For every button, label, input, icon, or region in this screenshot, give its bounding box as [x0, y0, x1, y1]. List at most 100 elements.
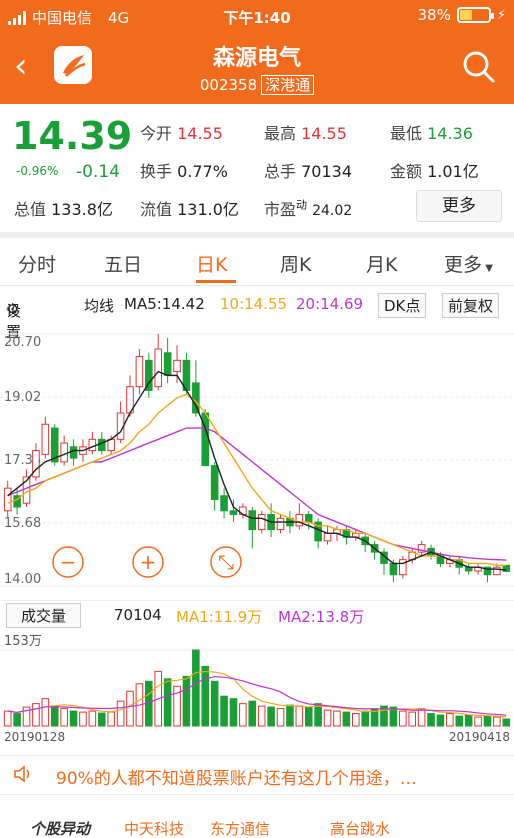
y-tick-label: 19.02 [4, 390, 41, 405]
volume-bar [286, 704, 294, 727]
tab-daily-k[interactable]: 日K [196, 250, 227, 277]
low-value: 14.36 [427, 124, 473, 143]
candle-body [163, 352, 172, 376]
volume-ma1: MA1:11.9万 [176, 608, 263, 626]
candle-body [97, 438, 106, 452]
candle-body [389, 562, 398, 576]
pe-value: 24.02 [312, 203, 353, 219]
y-tick-label: 15.68 [4, 516, 41, 531]
volume-bar [427, 713, 435, 727]
volume-bar [79, 711, 87, 727]
candle-body [276, 517, 285, 531]
volume-bar [239, 703, 247, 727]
fullscreen-icon[interactable]: ⤡ [210, 546, 242, 578]
bottom-item-0[interactable]: 个股异动 [30, 818, 90, 838]
volume-ma2-line [7, 676, 507, 716]
volume-bar [483, 715, 492, 727]
candlestick-chart[interactable]: 20.7019.0217.3515.6814.00− + ⤡ [0, 320, 514, 600]
ma-label: 均线 [84, 297, 115, 315]
battery-percent: 38% [417, 6, 451, 24]
tab-monthly-k[interactable]: 月K [366, 250, 397, 277]
volume-bar [210, 680, 219, 727]
volume-chart: 153万 [0, 634, 514, 727]
ma10-line [7, 393, 507, 567]
volume-bar [257, 705, 266, 727]
zoom-glyph: − [60, 550, 77, 574]
date-end: 20190418 [448, 730, 510, 744]
amount-cell: 金额 1.01亿 [390, 158, 479, 182]
candle-body [192, 382, 200, 414]
volume-bar [126, 690, 134, 727]
y-tick-label: 20.70 [4, 335, 41, 350]
section-divider [0, 232, 514, 238]
volume-bar [304, 706, 313, 727]
tab-weekly-k[interactable]: 周K [280, 250, 311, 277]
candle-body [60, 442, 68, 463]
bottom-ticker: 个股异动 中天科技 东方通信 高台跳水 [0, 812, 514, 838]
volume-label: 总手 [264, 162, 297, 181]
pe-sup: 动 [296, 198, 308, 212]
amount-label: 金额 [390, 162, 423, 181]
open-value: 14.55 [177, 124, 223, 143]
volume-bar [276, 708, 285, 727]
low-label: 最低 [390, 124, 423, 143]
volume-bar [229, 698, 238, 727]
mktcap-label: 总值 [14, 200, 47, 219]
search-icon[interactable] [462, 50, 496, 84]
volume-bar [474, 716, 482, 727]
y-tick-label: 14.00 [4, 572, 41, 587]
bottom-item-1[interactable]: 中天科技 [124, 818, 184, 838]
candle-body [173, 359, 181, 373]
tab-more[interactable]: 更多 ▼ [444, 250, 493, 277]
candle-body [257, 514, 266, 531]
volume-bar [50, 705, 59, 727]
zoom-glyph: ⤡ [218, 550, 234, 574]
tab-more-label: 更多 [444, 254, 483, 276]
news-ticker[interactable]: 90%的人都不知道股票账户还有这几个用途，… [0, 755, 514, 795]
high-label: 最高 [264, 124, 297, 143]
active-tab-indicator [196, 280, 236, 283]
float-label: 流值 [140, 200, 173, 219]
adjust-button[interactable]: 前复权 [442, 293, 500, 318]
volume-bar [220, 695, 228, 727]
open-cell: 今开 14.55 [140, 120, 223, 144]
ma10-legend: 10:14.55 [220, 295, 288, 313]
change-amount: -0.14 [76, 162, 120, 182]
pe-label: 市盈 [264, 200, 297, 219]
period-tabs: 分时 五日 日K 周K 月K 更多 ▼ [0, 240, 514, 286]
candle-body [304, 514, 313, 523]
volume-bar [163, 678, 172, 727]
tab-five-day[interactable]: 五日 [104, 250, 142, 277]
volume-bar [455, 715, 464, 727]
volume-bar [323, 709, 332, 727]
candle-body [135, 356, 144, 388]
volume-indicator-button[interactable]: 成交量 [6, 603, 82, 628]
stock-code-line: 002358 深港通 [0, 74, 514, 95]
volume-bar [408, 711, 417, 727]
dk-point-button[interactable]: DK点 [378, 293, 427, 318]
volume-bar [32, 703, 40, 727]
pe-cell: 市盈动 24.02 [264, 196, 352, 220]
volume-ma2: MA2:13.8万 [278, 608, 365, 626]
mktcap-value: 133.8亿 [51, 200, 113, 219]
date-start: 20190128 [4, 730, 66, 744]
stock-code: 002358 [199, 76, 258, 94]
status-right: 38% ⚡ [418, 6, 506, 24]
volume-bar [399, 710, 407, 727]
ma-legend-bar: ⚙ 设置 均线 MA5:14.42 10:14.55 20:14.69 DK点 前… [0, 290, 514, 341]
volume-bar [295, 705, 304, 727]
candle-body [69, 446, 78, 459]
bottom-item-2[interactable]: 东方通信 [210, 818, 270, 838]
status-bar: 中国电信 4G 下午1:40 38% ⚡ [0, 0, 514, 34]
candle-body [3, 487, 12, 512]
volume-bar [97, 712, 106, 727]
zoom-in-icon[interactable]: + [132, 546, 164, 578]
zoom-out-icon[interactable]: − [52, 546, 84, 578]
candle-body [229, 510, 238, 516]
bottom-item-3[interactable]: 高台跳水 [330, 818, 390, 838]
candle-body [295, 514, 304, 527]
candle-body [323, 532, 332, 542]
tab-intraday[interactable]: 分时 [18, 250, 56, 277]
more-quote-button[interactable]: 更多 [416, 190, 502, 222]
speaker-icon [12, 764, 32, 789]
